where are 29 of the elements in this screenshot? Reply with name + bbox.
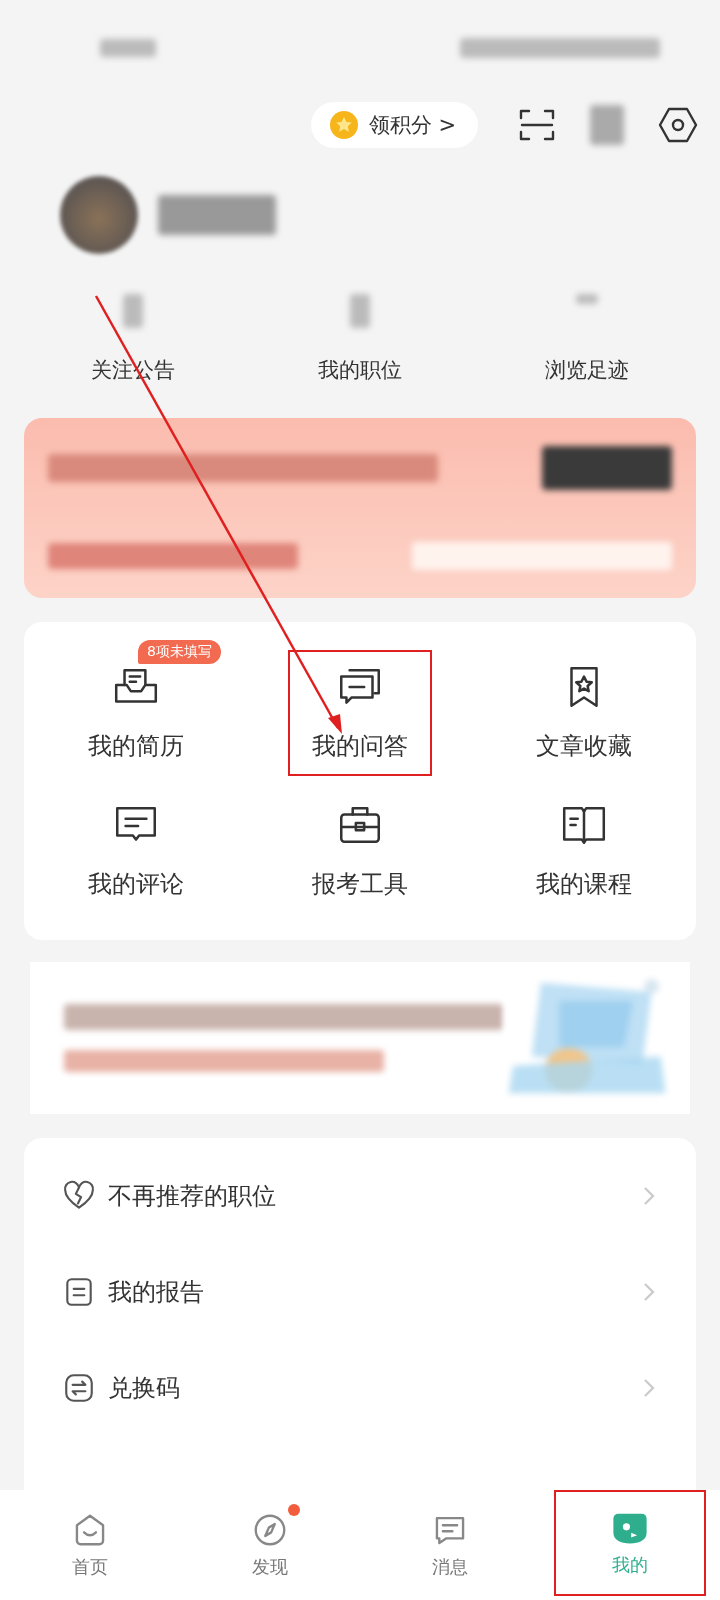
tab[interactable]: 首页: [0, 1490, 180, 1600]
menu-row[interactable]: 我的报告: [24, 1244, 696, 1340]
promo-banner[interactable]: [24, 418, 696, 598]
menu-row[interactable]: 不再推荐的职位: [24, 1148, 696, 1244]
shortcut-item[interactable]: 报考工具: [288, 788, 432, 914]
chevron-right-icon: [642, 1377, 656, 1399]
pixelated-count: [575, 294, 598, 304]
chevron-right-icon: [642, 1281, 656, 1303]
notice-badge: 8项未填写: [138, 640, 221, 664]
shortcut-item[interactable]: 我的问答: [288, 650, 432, 776]
shortcut-item[interactable]: 文章收藏: [512, 650, 656, 776]
tab[interactable]: 消息: [360, 1490, 540, 1600]
stat-label[interactable]: 浏览足迹: [544, 356, 629, 384]
shortcut-item[interactable]: 8项未填写 我的简历: [48, 638, 224, 776]
pixelated-count: [350, 294, 370, 328]
menu-row[interactable]: 兑换码: [24, 1340, 696, 1436]
chevron-right-icon: [642, 1185, 656, 1207]
pixelated-clock: [100, 39, 156, 57]
exchange-icon: [62, 1371, 96, 1405]
pixelated-count: [123, 294, 144, 328]
shortcut-item[interactable]: 我的课程: [512, 788, 656, 914]
stat-label[interactable]: 我的职位: [318, 356, 402, 384]
tab[interactable]: 发现: [180, 1490, 360, 1600]
avatar[interactable]: [60, 176, 138, 254]
settings-icon[interactable]: [658, 105, 698, 145]
shortcut-item[interactable]: 我的评论: [64, 788, 208, 914]
pixelated-icon: [590, 105, 624, 145]
points-button[interactable]: 领积分 >: [310, 102, 478, 148]
notification-dot: [288, 1504, 300, 1516]
